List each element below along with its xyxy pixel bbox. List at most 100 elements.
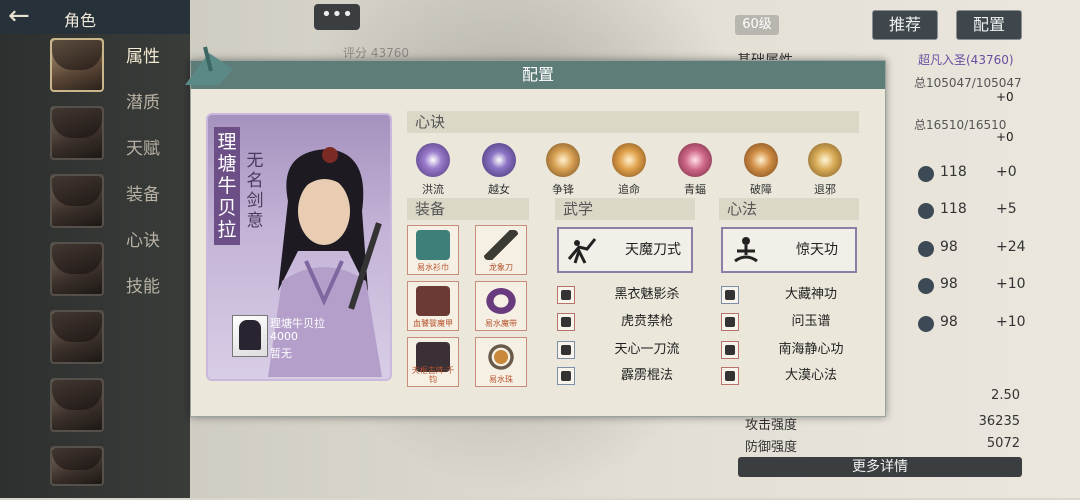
martial-icon	[557, 313, 575, 331]
character-avatar[interactable]	[50, 174, 104, 228]
skill-icon	[678, 143, 712, 177]
section-wuxue: 武学	[555, 198, 695, 220]
owner-name: 理塘牛贝拉	[270, 317, 325, 330]
page-title: 角色	[64, 11, 97, 30]
top-bar: ← 角色	[0, 0, 190, 34]
stat-row: 118 +0	[890, 164, 1050, 186]
skill-icon	[416, 143, 450, 177]
tab-equipment[interactable]: 装备	[126, 184, 176, 230]
equipment-icon	[416, 230, 450, 260]
character-avatar[interactable]	[50, 378, 104, 432]
xinjue-skill[interactable]: 青蝠	[675, 143, 715, 197]
stat-line: 防御强度 5072	[745, 436, 1020, 455]
xinfa-item[interactable]: 大藏神功	[721, 286, 861, 306]
ornament-icon	[185, 46, 233, 85]
recommend-button[interactable]: 推荐	[872, 10, 938, 40]
owner-number: 4000	[270, 330, 298, 343]
martial-icon	[557, 286, 575, 304]
meditation-icon	[734, 237, 758, 263]
hp-total: 总105047/105047	[914, 76, 1022, 90]
score-label: 评分 43760	[343, 46, 409, 60]
martial-icon	[557, 367, 575, 385]
sword-stance-icon	[567, 238, 597, 264]
owner-status: 暂无	[270, 347, 292, 360]
config-dialog: 配置 理塘牛贝拉 无名剑意 理塘牛贝拉 4000 暂无 心诀 洪流 越女 争锋 …	[185, 46, 886, 417]
xinjue-skill[interactable]: 越女	[479, 143, 519, 197]
skill-icon	[808, 143, 842, 177]
equipment-icon	[484, 286, 518, 316]
equipment-slot[interactable]: 天枢古阵·千钧	[407, 337, 459, 387]
equipment-icon	[484, 342, 518, 372]
xinfa-main-card[interactable]: 惊天功	[721, 227, 857, 273]
back-arrow-icon[interactable]: ←	[8, 3, 48, 30]
config-button[interactable]: 配置	[956, 10, 1022, 40]
xinfa-item[interactable]: 南海静心功	[721, 341, 861, 361]
equipment-slot[interactable]: 易水魔带	[475, 281, 527, 331]
equipment-icon	[416, 286, 450, 316]
skill-icon	[612, 143, 646, 177]
section-equipment: 装备	[407, 198, 529, 220]
character-name: 理塘牛贝拉	[214, 127, 240, 245]
xinfa-icon	[721, 341, 739, 359]
stat-icon	[918, 316, 934, 332]
xinfa-icon	[721, 313, 739, 331]
realm-label: 超凡入圣(43760)	[918, 53, 1014, 67]
character-avatar[interactable]	[50, 106, 104, 160]
stat-row: 98 +10	[890, 276, 1050, 298]
xinfa-item[interactable]: 大漠心法	[721, 367, 861, 387]
xinjue-skill[interactable]: 退邪	[805, 143, 845, 197]
tab-potential[interactable]: 潜质	[126, 92, 176, 138]
equipment-slot[interactable]: 易水衫巾	[407, 225, 459, 275]
character-avatar[interactable]	[50, 310, 104, 364]
equipment-slot[interactable]: 易水珠	[475, 337, 527, 387]
mp-total: 总16510/16510	[914, 118, 1007, 132]
equipment-slot[interactable]: 血饕餮魔甲	[407, 281, 459, 331]
stat-icon	[918, 166, 934, 182]
tab-talent[interactable]: 天赋	[126, 138, 176, 184]
wuxue-item[interactable]: 黑衣魅影杀	[557, 286, 697, 306]
stat-icon	[918, 203, 934, 219]
character-avatar[interactable]	[50, 38, 104, 92]
chat-button[interactable]: •••	[314, 4, 360, 30]
character-card: 理塘牛贝拉 无名剑意 理塘牛贝拉 4000 暂无	[206, 113, 392, 381]
character-avatar[interactable]	[50, 242, 104, 296]
dialog-title: 配置	[521, 65, 554, 84]
more-details-button[interactable]: 更多详情	[738, 457, 1022, 477]
mp-plus: +0	[996, 130, 1014, 144]
skill-icon	[546, 143, 580, 177]
stat-row: 98 +24	[890, 239, 1050, 261]
level-badge: 60级	[735, 15, 779, 35]
tab-attributes[interactable]: 属性	[126, 46, 176, 92]
section-xinjue: 心诀	[407, 111, 859, 133]
tab-xinjue[interactable]: 心诀	[126, 230, 176, 276]
wuxue-item[interactable]: 霹雳棍法	[557, 367, 697, 387]
side-menu: 属性 潜质 天赋 装备 心诀 技能	[126, 46, 176, 322]
xinjue-skill[interactable]: 破障	[741, 143, 781, 197]
xinfa-icon	[721, 286, 739, 304]
equipment-slot[interactable]: 龙象刀	[475, 225, 527, 275]
xinfa-icon	[721, 367, 739, 385]
character-avatar[interactable]	[50, 446, 104, 486]
stat-icon	[918, 278, 934, 294]
xinfa-item[interactable]: 问玉谱	[721, 313, 861, 333]
wuxue-item[interactable]: 虎贲禁枪	[557, 313, 697, 333]
skill-icon	[744, 143, 778, 177]
hp-plus: +0	[996, 90, 1014, 104]
xinjue-skill[interactable]: 追命	[609, 143, 649, 197]
equipment-icon	[484, 230, 518, 260]
stat-row: 118 +5	[890, 201, 1050, 223]
wuxue-main-card[interactable]: 天魔刀式	[557, 227, 693, 273]
xinjue-skill[interactable]: 争锋	[543, 143, 583, 197]
skill-icon	[482, 143, 516, 177]
owner-card: 理塘牛贝拉 4000 暂无	[232, 315, 382, 363]
stat-row: 98 +10	[890, 314, 1050, 336]
owner-avatar	[232, 315, 268, 357]
xinjue-skill[interactable]: 洪流	[413, 143, 453, 197]
character-list	[50, 38, 108, 500]
stat-icon	[918, 241, 934, 257]
tab-skills[interactable]: 技能	[126, 276, 176, 322]
wuxue-item[interactable]: 天心一刀流	[557, 341, 697, 361]
martial-icon	[557, 341, 575, 359]
dialog-header: 配置	[191, 61, 885, 89]
section-xinfa: 心法	[719, 198, 859, 220]
